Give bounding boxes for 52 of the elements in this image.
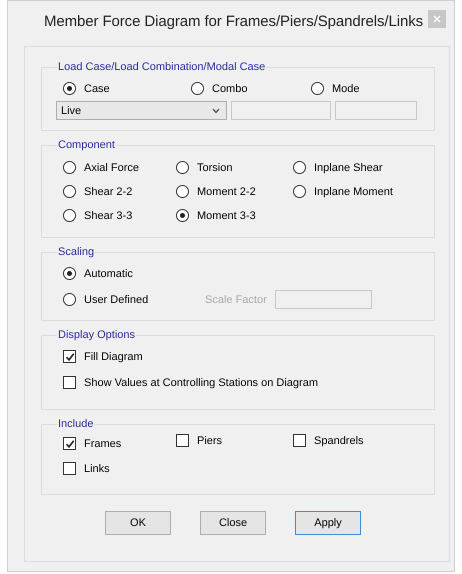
checkbox[interactable] — [293, 434, 306, 447]
radio-button[interactable] — [191, 82, 204, 95]
option-label: Moment 3-3 — [197, 210, 256, 222]
option-label: Shear 2-2 — [84, 186, 132, 198]
option-label: Torsion — [197, 162, 232, 174]
group-title: Load Case/Load Combination/Modal Case — [57, 61, 266, 73]
checkbox[interactable] — [63, 462, 76, 475]
group-title: Component — [57, 139, 116, 151]
input-field[interactable] — [335, 101, 417, 120]
option-label: User Defined — [84, 294, 148, 306]
window-title: Member Force Diagram for Frames/Piers/Spandrels/Links — [44, 12, 423, 30]
option-label: Case — [84, 82, 110, 94]
case-dropdown[interactable]: Live — [56, 101, 227, 120]
radio-button[interactable] — [63, 293, 76, 306]
group-title: Scaling — [57, 246, 96, 258]
dialog-button[interactable]: Close — [200, 511, 266, 535]
option-label: Frames — [84, 438, 122, 450]
option-label: Inplane Moment — [314, 186, 393, 198]
option-label: Shear 3-3 — [84, 210, 132, 222]
option-label: Spandrels — [314, 434, 364, 446]
option-label: Fill Diagram — [84, 350, 143, 362]
option-label: Inplane Shear — [314, 162, 382, 174]
option-label: Piers — [197, 434, 222, 446]
group-title: Include — [57, 418, 94, 430]
radio-button[interactable] — [176, 185, 189, 198]
option-label: Links — [84, 462, 110, 474]
checkbox[interactable] — [176, 434, 189, 447]
radio-button[interactable] — [63, 209, 76, 222]
radio-button[interactable] — [293, 161, 306, 174]
radio-button[interactable] — [63, 267, 76, 280]
radio-button[interactable] — [293, 185, 306, 198]
radio-button[interactable] — [176, 161, 189, 174]
option-label: Automatic — [84, 268, 133, 280]
checkbox[interactable] — [63, 376, 76, 389]
group-title: Display Options — [57, 329, 136, 341]
radio-button[interactable] — [176, 209, 189, 222]
input-field[interactable] — [231, 101, 331, 120]
radio-button[interactable] — [63, 82, 76, 95]
dialog-button[interactable]: Apply — [295, 511, 361, 535]
option-label: Axial Force — [84, 162, 140, 174]
option-label: Show Values at Controlling Stations on Diagram — [84, 376, 318, 388]
field-label: Scale Factor — [205, 294, 267, 306]
caret-icon — [212, 108, 220, 114]
radio-button[interactable] — [63, 161, 76, 174]
dialog-button[interactable]: OK — [105, 511, 171, 535]
option-label: Moment 2-2 — [197, 186, 256, 198]
radio-button[interactable] — [63, 185, 76, 198]
radio-button[interactable] — [311, 82, 324, 95]
checkbox[interactable] — [63, 350, 76, 363]
option-label: Mode — [332, 82, 360, 94]
option-label: Combo — [212, 82, 248, 94]
checkbox[interactable] — [63, 437, 76, 450]
